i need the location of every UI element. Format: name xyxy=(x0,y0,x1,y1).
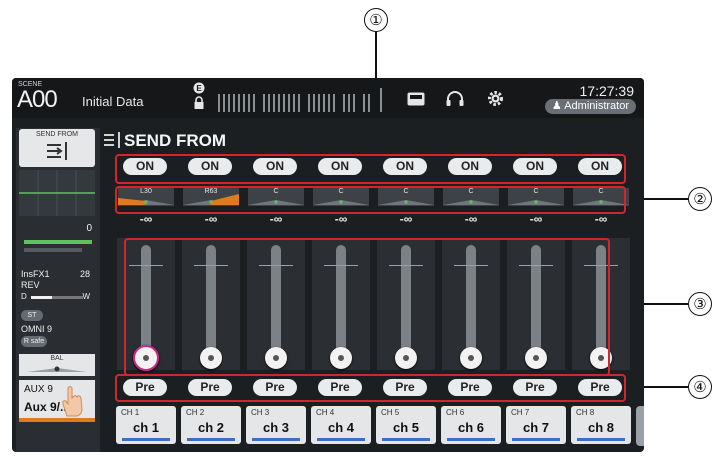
send-level-value: -∞ xyxy=(464,212,478,226)
st-button[interactable]: ST xyxy=(21,310,43,321)
aux-channel-button[interactable]: AUX 9 Aux 9/.. xyxy=(19,380,95,422)
channel-number: CH 4 xyxy=(316,408,335,417)
channel-color-bar xyxy=(382,438,430,441)
channel-select-button[interactable]: CH 1 ch 1 xyxy=(116,406,176,444)
strip-fader-value: 0 xyxy=(86,223,92,234)
channel-number: CH 2 xyxy=(186,408,205,417)
send-level-value: -∞ xyxy=(399,212,413,226)
callout-1: ① xyxy=(364,8,388,32)
rsafe-button[interactable]: R safe xyxy=(21,336,47,347)
highlight-on-buttons xyxy=(115,154,626,184)
send-from-icon xyxy=(47,142,67,160)
channel-name: ch 5 xyxy=(392,420,419,435)
callout-4: ④ xyxy=(688,375,712,399)
channel-color-bar xyxy=(252,438,300,441)
channel-number: CH 7 xyxy=(511,408,530,417)
channel-name: ch 4 xyxy=(327,420,354,435)
bal-gauge-icon xyxy=(27,366,87,372)
highlight-pre-buttons xyxy=(115,374,626,402)
channel-select-button[interactable]: CH 6 ch 6 xyxy=(441,406,501,444)
send-level-value: -∞ xyxy=(334,212,348,226)
dry-wet-slider[interactable] xyxy=(31,296,83,299)
scroll-handle[interactable] xyxy=(636,406,644,446)
bal-label: BAL xyxy=(50,355,64,362)
hand-pointer-icon xyxy=(62,386,83,417)
insert-name[interactable]: InsFX1 xyxy=(21,269,50,279)
channel-name: ch 7 xyxy=(522,420,549,435)
channel-name: ch 8 xyxy=(587,420,614,435)
send-from-button[interactable]: SEND FROM xyxy=(19,129,95,167)
aux-number: AUX 9 xyxy=(24,384,53,395)
channel-color-bar xyxy=(577,438,625,441)
send-level-value: -∞ xyxy=(529,212,543,226)
callout-2: ② xyxy=(688,187,712,211)
channel-name: ch 1 xyxy=(132,420,159,435)
channel-number: CH 5 xyxy=(381,408,400,417)
bal-knob[interactable]: BAL xyxy=(19,354,95,376)
channel-name: ch 2 xyxy=(197,420,224,435)
dry-wet-fill xyxy=(31,296,52,299)
channel-number: CH 8 xyxy=(576,408,595,417)
channel-color-bar xyxy=(512,438,560,441)
channel-color-bar xyxy=(317,438,365,441)
channel-color-bar xyxy=(187,438,235,441)
scene-number[interactable]: A00 xyxy=(17,86,58,114)
channel-name: ch 3 xyxy=(262,420,289,435)
eq-graph-icon[interactable] xyxy=(19,170,95,216)
channel-select-button[interactable]: CH 5 ch 5 xyxy=(376,406,436,444)
channel-color-bar xyxy=(122,438,170,441)
channel-number: CH 1 xyxy=(121,408,140,417)
insert-value: 28 xyxy=(79,269,90,279)
send-level-value: -∞ xyxy=(269,212,283,226)
send-level-value: -∞ xyxy=(594,212,608,226)
channel-select-button[interactable]: CH 3 ch 3 xyxy=(246,406,306,444)
channel-name: ch 6 xyxy=(457,420,484,435)
callout-3: ③ xyxy=(688,292,712,316)
highlight-faders xyxy=(124,238,610,376)
send-from-button-label: SEND FROM xyxy=(36,131,78,138)
send-level-value: -∞ xyxy=(139,212,153,226)
strip-level-bar xyxy=(24,240,92,244)
channel-select-button[interactable]: CH 2 ch 2 xyxy=(181,406,241,444)
strip-level-bar-dark xyxy=(24,248,82,252)
selected-channel-strip: SEND FROM 0 InsFX1 28 REV D W ST OMNI 9 … xyxy=(16,128,100,452)
dry-label: D xyxy=(21,292,27,301)
insert-type: REV xyxy=(21,280,40,290)
wet-label: W xyxy=(82,292,90,301)
omni-label: OMNI 9 xyxy=(21,324,53,334)
highlight-pan-row xyxy=(115,186,626,214)
channel-color-bar xyxy=(447,438,495,441)
channel-select-button[interactable]: CH 7 ch 7 xyxy=(506,406,566,444)
send-level-value: -∞ xyxy=(204,212,218,226)
channel-select-button[interactable]: CH 8 ch 8 xyxy=(571,406,631,444)
channel-number: CH 6 xyxy=(446,408,465,417)
channel-select-button[interactable]: CH 4 ch 4 xyxy=(311,406,371,444)
channel-number: CH 3 xyxy=(251,408,270,417)
